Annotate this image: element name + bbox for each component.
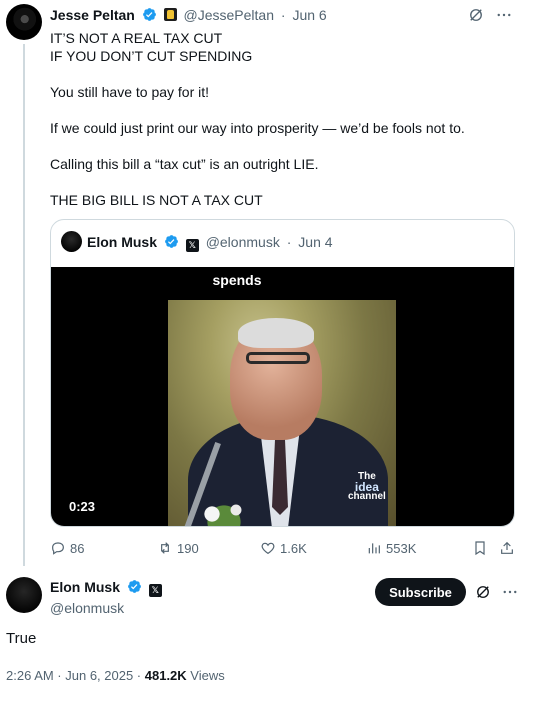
verified-icon <box>142 8 156 21</box>
thread-line <box>23 44 25 566</box>
tweet-timestamp[interactable]: 2:26 AM · Jun 6, 2025 · <box>6 668 145 683</box>
video-duration: 0:23 <box>69 499 96 514</box>
repost-count: 190 <box>177 540 199 556</box>
author-name[interactable]: Jesse Peltan <box>50 7 135 23</box>
video-person-glasses <box>246 352 310 364</box>
tweet-line: You still have to pay for it! <box>50 84 210 100</box>
reply-icon <box>52 542 64 555</box>
author-handle[interactable]: @JessePeltan <box>184 7 274 23</box>
x-affiliate-icon: 𝕏 <box>148 584 162 597</box>
view-count: 553K <box>386 540 417 556</box>
quoted-author-handle[interactable]: @elonmusk <box>206 234 280 250</box>
reply-header: Elon Musk 𝕏 @elonmusk <box>50 579 165 616</box>
like-icon <box>261 542 275 555</box>
flowers <box>188 490 268 526</box>
tweet-line: Calling this bill a “tax cut” is an outr… <box>50 156 319 172</box>
video-caption: spends <box>212 272 262 288</box>
tweet-date[interactable]: Jun 6 <box>292 7 326 23</box>
like-count: 1.6K <box>280 540 307 556</box>
reply-author-name[interactable]: Elon Musk <box>50 579 120 595</box>
reply-top-icons <box>474 583 519 601</box>
tweet-metadata: 2:26 AM · Jun 6, 2025 · 481.2K Views <box>6 668 225 683</box>
verified-icon <box>128 580 141 593</box>
tweet-line: IF YOU DON’T CUT SPENDING <box>50 48 253 64</box>
tweet-line: IT’S NOT A REAL TAX CUT <box>50 30 223 46</box>
reply-author-handle[interactable]: @elonmusk <box>50 600 165 616</box>
bookmark-icon[interactable] <box>472 540 488 556</box>
dot-separator: · <box>282 234 296 250</box>
views-icon <box>368 543 380 554</box>
tweet-header: Jesse Peltan @JessePeltan · Jun 6 <box>50 7 330 23</box>
affiliate-badge-icon <box>163 8 177 21</box>
tweet-line: THE BIG BILL IS NOT A TAX CUT <box>50 192 263 208</box>
grok-icon[interactable] <box>467 6 485 24</box>
x-affiliate-icon: 𝕏 <box>185 239 199 252</box>
action-bar: 86 190 1.6K 553K <box>50 540 520 558</box>
tweet-line: If we could just print our way into pros… <box>50 120 465 136</box>
repost-icon <box>161 542 169 554</box>
views-count: 481.2K <box>144 668 187 683</box>
tweet-body: IT’S NOT A REAL TAX CUT IF YOU DON’T CUT… <box>50 29 510 209</box>
idea-channel-logo: The idea channel <box>348 472 386 502</box>
views-button[interactable]: 553K <box>366 540 416 556</box>
repost-button[interactable]: 190 <box>157 540 199 556</box>
quoted-tweet-header: Elon Musk 𝕏 @elonmusk · Jun 4 <box>87 234 336 252</box>
reply-text: True <box>6 630 37 647</box>
more-icon[interactable] <box>495 6 513 24</box>
dot-separator: · <box>277 7 290 23</box>
share-icon[interactable] <box>499 540 515 556</box>
tweet-top-icons <box>467 6 513 24</box>
logo-channel: channel <box>348 491 386 502</box>
subscribe-button[interactable]: Subscribe <box>375 578 466 606</box>
like-button[interactable]: 1.6K <box>260 540 307 556</box>
quoted-tweet-date[interactable]: Jun 4 <box>298 234 332 250</box>
reply-count: 86 <box>70 540 85 556</box>
grok-icon[interactable] <box>474 583 492 601</box>
more-icon[interactable] <box>501 583 519 601</box>
avatar-elon-quoted[interactable] <box>61 231 82 252</box>
avatar-jesse[interactable] <box>6 4 42 40</box>
video-person-hair <box>238 318 314 348</box>
avatar-elon[interactable] <box>6 577 42 613</box>
video-player[interactable]: spends The idea channel 0:23 <box>51 267 514 526</box>
verified-icon <box>165 235 178 248</box>
reply-button[interactable]: 86 <box>50 540 84 556</box>
views-label: Views <box>186 668 225 683</box>
quoted-author-name[interactable]: Elon Musk <box>87 234 157 250</box>
video-frame: The idea channel <box>168 300 396 526</box>
quoted-tweet[interactable]: Elon Musk 𝕏 @elonmusk · Jun 4 spends The… <box>50 219 515 527</box>
